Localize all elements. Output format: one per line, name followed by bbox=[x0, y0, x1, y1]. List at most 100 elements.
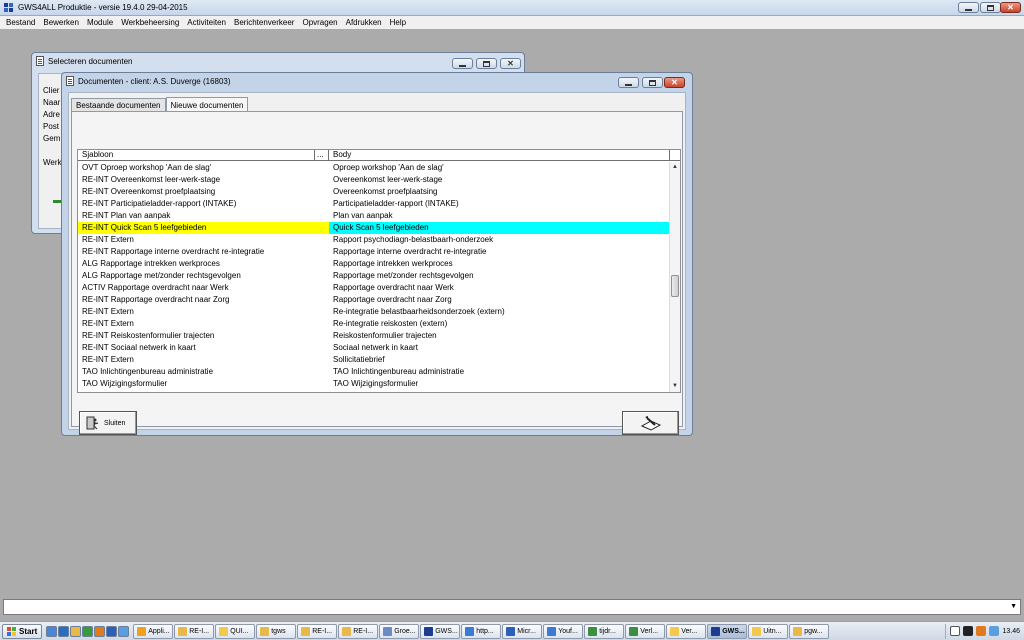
table-row[interactable]: ALG Rapportage met/zonder rechtsgevolgen… bbox=[78, 270, 670, 282]
table-row[interactable]: RE-INT Overeenkomst proefplaatsing Overee… bbox=[78, 186, 670, 198]
taskbar-button[interactable]: tgws bbox=[256, 623, 297, 639]
office-tray-icon[interactable] bbox=[976, 626, 987, 636]
taskbar-button[interactable]: Micr... bbox=[502, 623, 543, 639]
body-cell: Rapportage overdracht naar Zorg bbox=[333, 295, 452, 304]
scroll-down-icon[interactable]: ▼ bbox=[672, 383, 678, 389]
table-row[interactable]: RE-INT Reiskostenformulier trajecten Reis… bbox=[78, 330, 670, 342]
menu-item-berichtenverkeer[interactable]: Berichtenverkeer bbox=[230, 18, 298, 27]
back-minimize-button[interactable] bbox=[452, 58, 473, 69]
network-tray-icon[interactable] bbox=[989, 626, 1000, 636]
menu-item-activiteiten[interactable]: Activiteiten bbox=[183, 18, 230, 27]
app-icon bbox=[465, 626, 475, 636]
table-row[interactable]: RE-INT Plan van aanpak Plan van aanpak bbox=[78, 210, 670, 222]
menu-item-afdrukken[interactable]: Afdrukken bbox=[342, 18, 386, 27]
body-cell: Sociaal netwerk in kaart bbox=[333, 343, 418, 352]
outlook-icon[interactable] bbox=[94, 625, 106, 637]
sjabloon-cell: RE-INT Reiskostenformulier trajecten bbox=[82, 331, 215, 340]
sluiten-button[interactable]: Sluiten bbox=[79, 411, 137, 435]
taskbar: Start Appli... RE-I... QUI... tgws RE-I... RE… bbox=[0, 621, 1024, 640]
docs-minimize-button[interactable] bbox=[618, 77, 639, 88]
docs-close-button[interactable]: ✕ bbox=[664, 77, 685, 88]
sjabloon-cell: RE-INT Plan van aanpak bbox=[82, 211, 171, 220]
menu-item-help[interactable]: Help bbox=[386, 18, 410, 27]
table-row[interactable]: RE-INT Extern Sollicitatiebrief bbox=[78, 354, 670, 366]
menu-item-bestand[interactable]: Bestand bbox=[2, 18, 39, 27]
scroll-up-icon[interactable]: ▲ bbox=[672, 164, 678, 170]
taskbar-button[interactable]: pgw... bbox=[789, 623, 830, 639]
ie-icon[interactable] bbox=[58, 625, 70, 637]
table-row[interactable]: RE-INT Sociaal netwerk in kaart Sociaal n… bbox=[78, 342, 670, 354]
browser-icon[interactable] bbox=[118, 625, 130, 637]
table-row[interactable]: RE-INT Overeenkomst leer-werk-stage Overe… bbox=[78, 174, 670, 186]
taskbar-button[interactable]: RE-I... bbox=[297, 623, 338, 639]
taskbar-button[interactable]: GWS... bbox=[420, 623, 461, 639]
table-row[interactable]: RE-INT Extern Re-integratie belastbaarhei… bbox=[78, 306, 670, 318]
maximize-icon bbox=[987, 4, 994, 11]
taskbar-button[interactable]: RE-I... bbox=[174, 623, 215, 639]
docs-maximize-button[interactable] bbox=[642, 77, 663, 88]
taskbar-button[interactable]: http... bbox=[461, 623, 502, 639]
sjabloon-cell: RE-INT Rapportage overdracht naar Zorg bbox=[82, 295, 230, 304]
app-icon bbox=[178, 626, 188, 636]
taskbar-button[interactable]: tijdr... bbox=[584, 623, 625, 639]
taskbar-button-label: Groe... bbox=[394, 627, 416, 635]
column-header-body[interactable]: Body bbox=[329, 150, 670, 160]
status-bar[interactable]: ▼ bbox=[3, 599, 1021, 615]
table-row[interactable]: RE-INT Extern Re-integratie reiskosten (e… bbox=[78, 318, 670, 330]
table-row[interactable]: RE-INT Rapportage interne overdracht re-… bbox=[78, 246, 670, 258]
app-icon bbox=[629, 626, 639, 636]
table-row[interactable]: RE-INT Extern Rapport psychodiagn-belastb… bbox=[78, 234, 670, 246]
back-close-button[interactable]: ✕ bbox=[500, 58, 521, 69]
edit-document-button[interactable] bbox=[622, 411, 679, 435]
pen-on-paper-icon bbox=[640, 416, 661, 431]
folder-icon[interactable] bbox=[70, 625, 82, 637]
vertical-scrollbar[interactable]: ▲ ▼ bbox=[669, 162, 680, 392]
scroll-thumb[interactable] bbox=[671, 275, 679, 298]
taskbar-button[interactable]: RE-I... bbox=[338, 623, 379, 639]
taskbar-button[interactable]: Uitn... bbox=[748, 623, 789, 639]
table-row[interactable]: RE-INT Rapportage overdracht naar Zorg Ra… bbox=[78, 294, 670, 306]
table-row[interactable]: RE-INT Participatieladder-rapport (INTAK… bbox=[78, 198, 670, 210]
table-row[interactable]: ACTIV Rapportage overdracht naar Werk Rap… bbox=[78, 282, 670, 294]
column-header-sjabloon[interactable]: Sjabloon bbox=[78, 150, 315, 160]
app-minimize-button[interactable] bbox=[958, 2, 979, 13]
taskbar-button[interactable]: GWS... bbox=[707, 623, 748, 639]
chevron-down-icon[interactable]: ▼ bbox=[1010, 603, 1017, 610]
table-row[interactable]: ALG Rapportage intrekken werkproces Rappo… bbox=[78, 258, 670, 270]
tab-bestaande-documenten[interactable]: Bestaande documenten bbox=[71, 98, 166, 111]
taskbar-button[interactable]: Ver... bbox=[666, 623, 707, 639]
template-grid: Sjabloon ... Body OVT Oproep workshop 'A… bbox=[77, 149, 681, 393]
taskbar-button[interactable]: QUI... bbox=[215, 623, 256, 639]
taskbar-button-label: tijdr... bbox=[599, 627, 616, 635]
client-label: Clier bbox=[43, 86, 60, 95]
document-tray-icon[interactable] bbox=[950, 626, 961, 636]
app-close-button[interactable]: ✕ bbox=[1000, 2, 1021, 13]
table-row[interactable]: TAO Inlichtingenbureau administratie TAO … bbox=[78, 366, 670, 378]
word-icon[interactable] bbox=[106, 625, 118, 637]
app-maximize-button[interactable] bbox=[980, 2, 1001, 13]
table-row[interactable]: TAO Wijzigingsformulier TAO Wijzigingsfor… bbox=[78, 378, 670, 390]
tab-nieuwe-documenten[interactable]: Nieuwe documenten bbox=[165, 97, 249, 111]
body-cell: Rapportage interne overdracht re-integra… bbox=[333, 247, 487, 256]
body-cell: Participatieladder-rapport (INTAKE) bbox=[333, 199, 459, 208]
menu-item-bewerken[interactable]: Bewerken bbox=[39, 18, 83, 27]
clock[interactable]: 13.46 bbox=[1002, 628, 1020, 635]
column-header-dots[interactable]: ... bbox=[315, 150, 329, 160]
back-maximize-button[interactable] bbox=[476, 58, 497, 69]
taskbar-button[interactable]: Groe... bbox=[379, 623, 420, 639]
menu-item-opvragen[interactable]: Opvragen bbox=[298, 18, 341, 27]
menu-item-werkbeheersing[interactable]: Werkbeheersing bbox=[117, 18, 183, 27]
start-button[interactable]: Start bbox=[2, 623, 43, 639]
body-cell: Quick Scan 5 leefgebieden bbox=[329, 222, 670, 234]
taskbar-button[interactable]: Youf... bbox=[543, 623, 584, 639]
excel-icon[interactable] bbox=[82, 625, 94, 637]
taskbar-button-label: pgw... bbox=[804, 627, 823, 635]
taskbar-button[interactable]: Appli... bbox=[133, 623, 174, 639]
flag-tray-icon[interactable] bbox=[963, 626, 974, 636]
taskbar-button[interactable]: Verl... bbox=[625, 623, 666, 639]
table-row[interactable]: OVT Oproep workshop 'Aan de slag' Oproep … bbox=[78, 162, 670, 174]
show-desktop-icon[interactable] bbox=[46, 625, 58, 637]
table-row-selected[interactable]: RE-INT Quick Scan 5 leefgebieden Quick Sc… bbox=[78, 222, 670, 234]
menu-item-module[interactable]: Module bbox=[83, 18, 117, 27]
minimize-icon bbox=[625, 83, 632, 86]
